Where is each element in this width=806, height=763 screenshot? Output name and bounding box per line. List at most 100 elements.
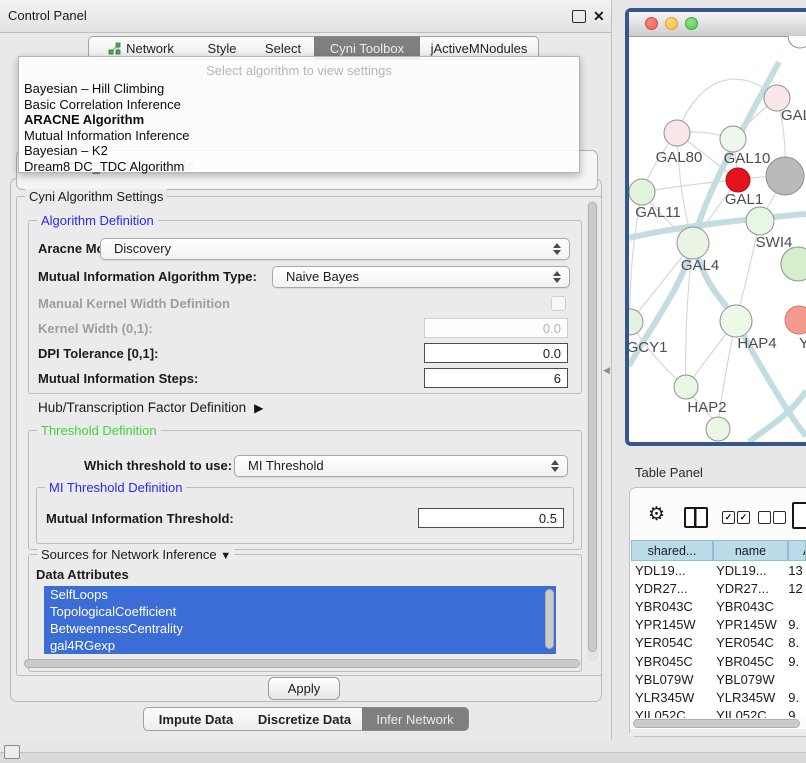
dpi-tolerance-label: DPI Tolerance [0,1]: xyxy=(38,346,158,361)
app-root: { "colors": { "selection_blue": "#3C6CD6… xyxy=(0,0,806,762)
table-row[interactable]: YBR045CYBR045C9. xyxy=(631,652,806,670)
aracne-mode-select[interactable]: Discovery xyxy=(100,238,570,260)
cell-val: 9. xyxy=(786,690,806,705)
unselect-box-icon-1[interactable] xyxy=(758,511,771,524)
zoom-traffic-light[interactable] xyxy=(685,17,698,30)
label-gal4: GAL4 xyxy=(681,257,719,274)
tab-discretize-data-label: Discretize Data xyxy=(258,712,351,727)
which-threshold-select[interactable]: MI Threshold xyxy=(234,455,568,477)
select-all-check-icon-1[interactable]: ✓ xyxy=(722,511,735,524)
settings-scrollbar-thumb[interactable] xyxy=(588,202,597,652)
dropdown-item-mutual-information[interactable]: Mutual Information Inference xyxy=(19,128,579,144)
mi-type-select[interactable]: Naive Bayes xyxy=(272,266,570,288)
new-table-page-icon[interactable] xyxy=(792,502,806,529)
list-item-selfloops[interactable]: SelfLoops xyxy=(44,586,556,603)
select-all-check-icon-2[interactable]: ✓ xyxy=(737,511,750,524)
table-body: YDL19...YDL19...13 YDR27...YDR27...12 YB… xyxy=(631,561,806,718)
table-row[interactable]: YBL079WYBL079W xyxy=(631,670,806,688)
label-gal80: GAL80 xyxy=(656,149,703,166)
table-row[interactable]: YIL052CYIL052C9 xyxy=(631,707,806,719)
bottom-status-strip xyxy=(0,752,806,763)
table-row[interactable]: YER054CYER054C8. xyxy=(631,634,806,652)
mi-type-value: Naive Bayes xyxy=(286,267,359,287)
list-item-gal4rgexp[interactable]: gal4RGexp xyxy=(44,637,556,654)
data-attributes-label: Data Attributes xyxy=(36,567,129,582)
cell-name: YBR043C xyxy=(712,599,786,614)
attributes-horizontal-scrollbar[interactable] xyxy=(24,659,580,668)
cell-name: YER054C xyxy=(712,635,786,650)
kernel-width-field[interactable]: 0.0 xyxy=(424,318,568,338)
algorithm-definition-title: Algorithm Definition xyxy=(37,213,158,228)
gear-icon[interactable]: ⚙ xyxy=(648,503,665,527)
tab-impute-data-label: Impute Data xyxy=(159,712,233,727)
minimize-traffic-light[interactable] xyxy=(665,17,678,30)
table-row[interactable]: YPR145WYPR145W9. xyxy=(631,616,806,634)
attributes-vertical-scrollbar[interactable] xyxy=(545,589,554,649)
float-window-icon[interactable] xyxy=(572,10,586,23)
dpi-tolerance-field[interactable]: 0.0 xyxy=(424,343,568,363)
mi-steps-field[interactable]: 6 xyxy=(424,368,568,388)
spinner-up-icon xyxy=(551,460,559,465)
node-green-right[interactable] xyxy=(781,247,806,281)
columns-icon[interactable] xyxy=(684,507,708,528)
control-panel-title: Control Panel xyxy=(8,0,87,32)
node-gal4[interactable] xyxy=(677,227,709,259)
dropdown-item-bayesian-hill-climbing[interactable]: Bayesian – Hill Climbing xyxy=(19,81,579,97)
tab-select-label: Select xyxy=(265,41,301,56)
dropdown-item-bayesian-k2[interactable]: Bayesian – K2 xyxy=(19,143,579,159)
apply-button[interactable]: Apply xyxy=(268,677,340,700)
node-gal10[interactable] xyxy=(720,126,746,152)
label-gal11: GAL11 xyxy=(635,204,681,221)
column-header-partial[interactable]: A xyxy=(788,540,806,561)
kernel-width-label: Kernel Width (0,1): xyxy=(38,321,153,336)
collapse-triangle-down-icon[interactable]: ▼ xyxy=(220,550,231,562)
table-row[interactable]: YDR27...YDR27...12 xyxy=(631,579,806,597)
node-salmon[interactable] xyxy=(785,306,806,334)
list-item-topologicalcoefficient[interactable]: TopologicalCoefficient xyxy=(44,603,556,620)
node-gcy1[interactable] xyxy=(629,309,643,335)
node-partial-bottom[interactable] xyxy=(706,417,730,441)
mi-threshold-field[interactable]: 0.5 xyxy=(418,508,564,528)
column-header-name[interactable]: name xyxy=(713,540,788,561)
cell-shared: YBR043C xyxy=(631,599,712,614)
spinner-up-icon xyxy=(553,243,561,248)
node-gal11[interactable] xyxy=(629,179,655,205)
manual-kernel-checkbox[interactable] xyxy=(551,296,566,311)
dropdown-item-basic-correlation[interactable]: Basic Correlation Inference xyxy=(19,97,579,113)
tab-impute-data[interactable]: Impute Data xyxy=(143,707,249,731)
network-canvas[interactable]: GAL GAL80 GAL10 GAL1 GAL11 SWI4 GAL4 GCY… xyxy=(629,36,806,442)
unselect-box-icon-2[interactable] xyxy=(773,511,786,524)
which-threshold-value: MI Threshold xyxy=(248,456,324,476)
node-hap2[interactable] xyxy=(674,375,698,399)
node-hap4[interactable] xyxy=(720,305,752,337)
list-item-betweennesscentrality[interactable]: BetweennessCentrality xyxy=(44,620,556,637)
table-horizontal-scrollbar[interactable] xyxy=(633,719,800,728)
table-row[interactable]: YDL19...YDL19...13 xyxy=(631,561,806,579)
threshold-definition-title: Threshold Definition xyxy=(37,423,161,438)
node-swi4[interactable] xyxy=(746,207,774,235)
data-attributes-list: SelfLoops TopologicalCoefficient Between… xyxy=(44,586,556,654)
cell-shared: YLR345W xyxy=(631,690,712,705)
node-gal80[interactable] xyxy=(664,120,690,146)
dropdown-item-aracne[interactable]: ARACNE Algorithm xyxy=(19,112,579,128)
table-row[interactable]: YLR345WYLR345W9. xyxy=(631,688,806,706)
close-traffic-light[interactable] xyxy=(645,17,658,30)
tab-infer-network[interactable]: Infer Network xyxy=(362,707,469,731)
node-gray-large[interactable] xyxy=(766,157,804,195)
hub-definition-expander[interactable]: Hub/Transcription Factor Definition▶ xyxy=(38,400,263,415)
table-row[interactable]: YBR043CYBR043C xyxy=(631,597,806,615)
node-red[interactable] xyxy=(726,168,750,192)
dock-window-icon[interactable] xyxy=(4,745,20,759)
label-hap2: HAP2 xyxy=(687,399,726,416)
close-icon[interactable]: ✕ xyxy=(593,8,605,24)
node-partial-top[interactable] xyxy=(788,36,806,48)
cell-name: YBR045C xyxy=(712,654,786,669)
manual-kernel-label: Manual Kernel Width Definition xyxy=(38,296,230,311)
mi-threshold-group-title: MI Threshold Definition xyxy=(45,480,186,495)
dropdown-item-dream8[interactable]: Dream8 DC_TDC Algorithm xyxy=(19,159,579,175)
splitter-collapse-icon[interactable]: ◀ xyxy=(603,365,610,376)
column-header-shared-name[interactable]: shared... xyxy=(631,540,713,561)
tab-discretize-data[interactable]: Discretize Data xyxy=(247,707,363,731)
tab-cyni-toolbox-label: Cyni Toolbox xyxy=(330,41,404,56)
cell-name: YIL052C xyxy=(712,708,786,718)
